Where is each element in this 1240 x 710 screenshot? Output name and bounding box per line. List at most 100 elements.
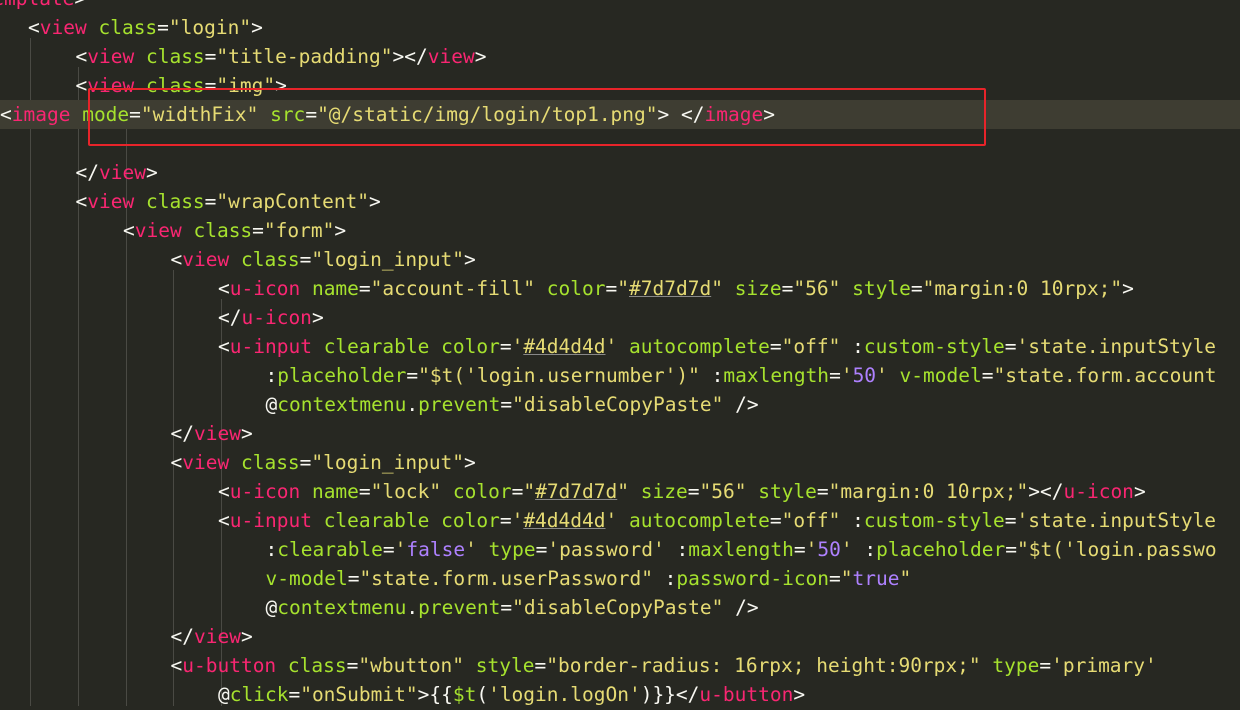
code-token: class	[240, 248, 300, 271]
code-line[interactable]: <u-button class="wbutton" style="border-…	[171, 651, 1157, 680]
code-token: =	[252, 219, 264, 242]
code-token: '	[840, 538, 853, 561]
code-token: u-icon	[229, 277, 301, 300]
code-token: >	[240, 422, 253, 445]
code-token: contextmenu	[277, 596, 407, 619]
code-line[interactable]: template>	[0, 0, 86, 13]
code-token: class	[145, 190, 205, 213]
code-token: click	[229, 683, 289, 706]
code-token: color	[441, 335, 500, 358]
code-line[interactable]: <view class="login_input">	[171, 448, 476, 477]
code-token: :	[852, 538, 877, 561]
code-line[interactable]: @contextmenu.prevent="disableCopyPaste" …	[266, 593, 759, 622]
code-editor[interactable]: template><view class="login"><view class…	[0, 0, 1240, 710]
code-token: style	[475, 654, 535, 677]
code-token: )}}</	[640, 683, 700, 706]
code-token: :	[699, 364, 724, 387]
code-token: .	[406, 393, 419, 416]
code-token: "$t('login.passwo	[1017, 538, 1217, 561]
code-token: src	[270, 103, 306, 126]
code-token: =	[358, 480, 371, 503]
code-token: "onSubmit"	[300, 683, 418, 706]
code-line[interactable]: <view class="login">	[28, 13, 263, 42]
code-line[interactable]: <view class="form">	[123, 216, 346, 245]
code-line[interactable]: :placeholder="$t('login.usernumber')" :m…	[266, 361, 1217, 390]
code-line[interactable]: <u-input clearable color='#4d4d4d' autoc…	[218, 506, 1216, 535]
code-token: "title-padding"	[216, 45, 393, 68]
code-token: =	[793, 538, 806, 561]
code-line[interactable]: <view class="login_input">	[171, 245, 476, 274]
code-token: view	[193, 625, 241, 648]
code-token: class	[287, 654, 347, 677]
code-token: "form"	[263, 219, 335, 242]
code-token: "	[617, 277, 629, 300]
code-token: "	[617, 480, 630, 503]
code-token: class	[193, 219, 253, 242]
code-token: class	[240, 451, 300, 474]
code-token: prevent	[418, 596, 501, 619]
code-token: =	[358, 277, 371, 300]
code-token: =	[500, 393, 513, 416]
code-token: u-button	[699, 683, 794, 706]
code-token: "off"	[781, 509, 841, 532]
code-token: =	[829, 364, 841, 387]
code-token: image	[704, 103, 764, 126]
code-token: <	[28, 16, 40, 39]
code-line[interactable]: </view>	[76, 158, 158, 187]
code-token: "56"	[699, 480, 747, 503]
code-line[interactable]: @contextmenu.prevent="disableCopyPaste" …	[266, 390, 759, 419]
code-line[interactable]: <view class="wrapContent">	[76, 187, 381, 216]
code-token: view	[39, 16, 87, 39]
code-line[interactable]: <view class="title-padding"></view>	[76, 42, 487, 71]
code-token: =	[1004, 509, 1017, 532]
code-token: "login_input"	[311, 248, 465, 271]
code-line[interactable]: <u-icon name="account-fill" color="#7d7d…	[218, 274, 1134, 303]
code-token: =	[299, 451, 312, 474]
code-token: "wbutton"	[358, 654, 465, 677]
code-line[interactable]: </view>	[171, 622, 253, 651]
code-token: =	[204, 45, 217, 68]
code-token: "wrapContent"	[216, 190, 370, 213]
code-line[interactable]: <image mode="widthFix" src="@/static/img…	[0, 100, 1240, 129]
code-token: <	[218, 335, 230, 358]
code-line[interactable]: </u-icon>	[218, 303, 324, 332]
code-token: :	[265, 538, 278, 561]
code-line[interactable]: <u-icon name="lock" color="#7d7d7d" size…	[218, 477, 1146, 506]
code-token: =	[288, 683, 301, 706]
code-line[interactable]: <view class="img">	[76, 71, 287, 100]
code-token: =	[382, 538, 395, 561]
code-token: >	[464, 248, 476, 271]
code-token: >	[275, 74, 287, 97]
code-token: '	[876, 364, 888, 387]
code-token: <	[123, 219, 135, 242]
code-token: </	[75, 161, 99, 184]
code-token: =	[499, 509, 512, 532]
code-token: placeholder	[277, 364, 407, 387]
code-token: @	[218, 683, 230, 706]
code-line[interactable]: @click="onSubmit">{{$t('login.logOn')}}<…	[218, 680, 805, 709]
code-token: >	[334, 219, 347, 242]
code-token: />	[723, 596, 759, 619]
code-token: u-icon	[241, 306, 312, 329]
code-line[interactable]: <u-input clearable color='#4d4d4d' autoc…	[218, 332, 1216, 361]
code-token: (	[476, 683, 489, 706]
code-token: =	[299, 248, 312, 271]
code-token: size	[640, 480, 688, 503]
code-line[interactable]: :clearable='false' type='password' :maxl…	[266, 535, 1217, 564]
code-token: =	[157, 16, 169, 39]
code-token: </	[170, 625, 194, 648]
code-token: u-input	[229, 509, 312, 532]
code-token: view	[182, 248, 230, 271]
code-line[interactable]: </view>	[171, 419, 253, 448]
code-token: color	[546, 277, 606, 300]
code-line[interactable]: v-model="state.form.userPassword" :passw…	[266, 564, 912, 593]
